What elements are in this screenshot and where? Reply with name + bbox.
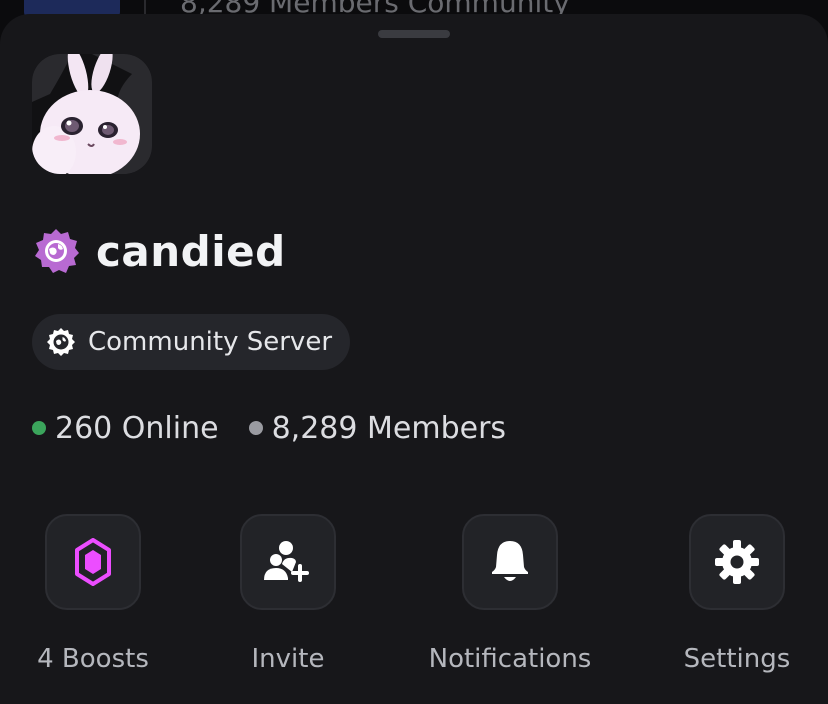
notifications-action[interactable]: Notifications: [410, 514, 610, 684]
bell-icon: [492, 541, 528, 581]
boosts-action[interactable]: 4 Boosts: [0, 514, 193, 684]
server-actions: 4 Boosts Invite Notifications Settings: [0, 514, 828, 694]
server-info-sheet: candied Community Server 260 Online 8,28…: [0, 14, 828, 704]
community-globe-icon: [47, 328, 75, 356]
invite-action[interactable]: Invite: [188, 514, 388, 684]
notifications-button[interactable]: [462, 514, 558, 610]
members-stat: 8,289 Members: [248, 410, 507, 446]
online-count: 260 Online: [55, 410, 219, 446]
notifications-label: Notifications: [428, 644, 592, 674]
invite-button[interactable]: [240, 514, 336, 610]
settings-label: Settings: [683, 644, 791, 674]
boosts-button[interactable]: [45, 514, 141, 610]
online-status-dot: [32, 421, 46, 435]
community-server-label: Community Server: [88, 327, 333, 357]
server-name: candied: [96, 226, 286, 276]
settings-button[interactable]: [689, 514, 785, 610]
invite-label: Invite: [251, 644, 325, 674]
members-count: 8,289 Members: [271, 410, 507, 446]
boosts-label: 4 Boosts: [37, 644, 149, 674]
verified-globe-badge-icon: [35, 229, 79, 273]
community-server-pill[interactable]: Community Server: [32, 314, 351, 370]
boost-gem-icon: [75, 538, 111, 586]
settings-action[interactable]: Settings: [637, 514, 828, 684]
background-divider: [144, 0, 146, 14]
bunny-avatar-art: [32, 54, 152, 174]
add-user-icon: [264, 541, 309, 582]
server-avatar[interactable]: [32, 54, 152, 174]
gear-icon: [715, 540, 759, 584]
members-status-dot: [248, 421, 263, 435]
member-stats: 260 Online 8,289 Members: [32, 406, 536, 450]
sheet-drag-handle[interactable]: [378, 30, 450, 38]
server-title-row: candied: [32, 226, 286, 276]
online-stat: 260 Online: [32, 411, 219, 446]
